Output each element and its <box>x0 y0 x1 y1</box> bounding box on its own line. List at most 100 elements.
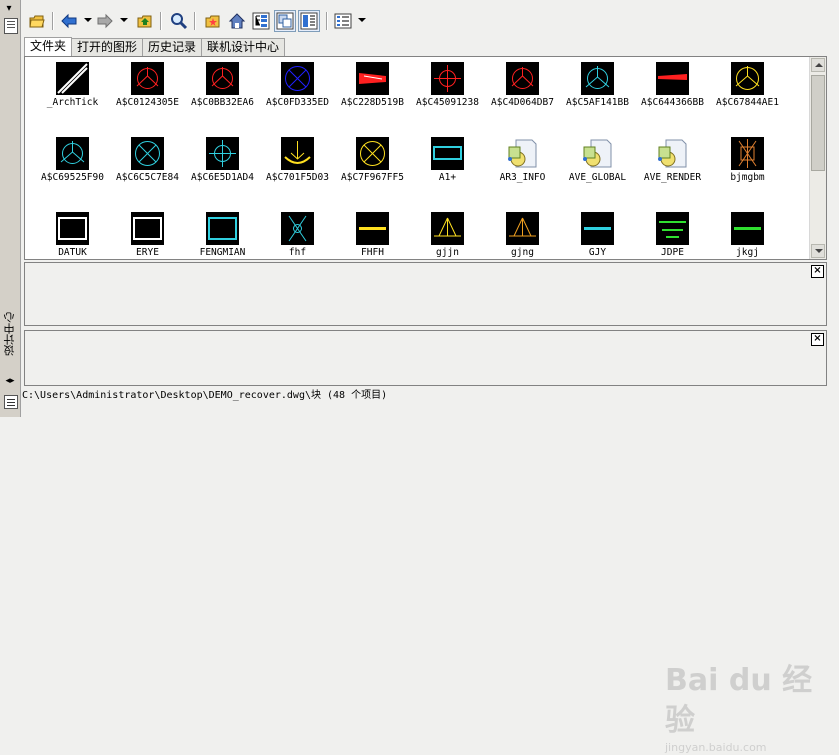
red-circle-icon <box>506 62 539 95</box>
block-item[interactable]: A$C701F5D03 <box>260 134 335 194</box>
block-item[interactable]: AR3_INFO <box>485 134 560 194</box>
preview-close-button[interactable]: × <box>811 265 824 278</box>
views-dropdown-icon[interactable] <box>358 18 366 22</box>
block-item[interactable]: A$C5AF141BB <box>560 59 635 119</box>
block-item[interactable]: FHFH <box>335 209 410 259</box>
block-item[interactable]: bjmgbm <box>710 134 785 194</box>
vertical-scrollbar[interactable] <box>809 57 826 259</box>
block-item[interactable]: A$C6C5C7E84 <box>110 134 185 194</box>
watermark: Bai du 经验 jingyan.baidu.com <box>665 661 835 754</box>
favorites-button[interactable] <box>202 10 224 32</box>
block-item[interactable]: fhf <box>260 209 335 259</box>
green-line-icon <box>731 212 764 245</box>
forward-icon <box>97 13 113 29</box>
forward-dropdown-icon[interactable] <box>120 18 128 22</box>
block-item[interactable]: jkgj <box>710 209 785 259</box>
views-button[interactable] <box>332 10 354 32</box>
back-icon <box>61 13 77 29</box>
views-icon <box>334 13 352 29</box>
white-frame-icon <box>56 212 89 245</box>
auto-hide-icon[interactable]: ▾ <box>3 4 15 14</box>
block-item[interactable]: A$C6E5D1AD4 <box>185 134 260 194</box>
red-wedge-icon <box>356 62 389 95</box>
tab-history[interactable]: 历史记录 <box>142 38 203 56</box>
block-item[interactable]: _ArchTick <box>35 59 110 119</box>
block-item[interactable]: gjng <box>485 209 560 259</box>
red-circle-icon <box>131 62 164 95</box>
cyan-circle-icon <box>56 137 89 170</box>
archtick-icon <box>56 62 89 95</box>
yellow-triangle-icon <box>431 212 464 245</box>
block-item[interactable]: A$C7F967FF5 <box>335 134 410 194</box>
white-frame-icon <box>131 212 164 245</box>
search-icon <box>171 13 188 30</box>
up-button[interactable] <box>134 10 156 32</box>
block-item[interactable]: JDPE <box>635 209 710 259</box>
orange-arrows-icon <box>731 137 764 170</box>
cyan-rect-icon <box>431 137 464 170</box>
back-button[interactable] <box>58 10 80 32</box>
block-item[interactable]: A$C67844AE1 <box>710 59 785 119</box>
scroll-up-button[interactable] <box>811 58 825 72</box>
blue-x-circle-icon <box>281 62 314 95</box>
scroll-thumb[interactable] <box>811 75 825 171</box>
load-button[interactable] <box>26 10 48 32</box>
preview-button[interactable] <box>274 10 296 32</box>
status-path: C:\Users\Administrator\Desktop\DEMO_reco… <box>22 390 388 401</box>
block-item[interactable]: A$C4D064DB7 <box>485 59 560 119</box>
block-item[interactable]: A$C45091238 <box>410 59 485 119</box>
block-item-label: jkgj <box>736 247 759 258</box>
tree-toggle-button[interactable] <box>250 10 272 32</box>
cyan-line-icon <box>581 212 614 245</box>
block-item-label: bjmgbm <box>730 172 765 183</box>
block-grid: _ArchTick A$C0124305E A$C0BB32EA6 A$C0FD335… <box>25 57 810 259</box>
preview-pane: × <box>24 262 827 326</box>
block-item[interactable]: AVE_RENDER <box>635 134 710 194</box>
tab-folders[interactable]: 文件夹 <box>24 37 73 57</box>
tab-open-drawings[interactable]: 打开的图形 <box>71 38 144 56</box>
cyan-frame-icon <box>206 212 239 245</box>
scroll-down-button[interactable] <box>811 244 825 258</box>
cyan-arrows-icon <box>281 212 314 245</box>
forward-button[interactable] <box>94 10 116 32</box>
home-icon <box>228 13 246 29</box>
red-bar-icon <box>656 62 689 95</box>
home-button[interactable] <box>226 10 248 32</box>
block-item[interactable]: A$C0FD335ED <box>260 59 335 119</box>
yellow-line-icon <box>356 212 389 245</box>
palette-menu-icon[interactable] <box>4 395 18 409</box>
block-item[interactable]: A$C0124305E <box>110 59 185 119</box>
block-item[interactable]: gjjn <box>410 209 485 259</box>
tab-dc-online[interactable]: 联机设计中心 <box>201 38 286 56</box>
toolbar <box>22 8 422 34</box>
dwg-file-icon <box>656 137 689 170</box>
palette-titlebar[interactable]: ▾ 设计中心 ◂▸ <box>0 0 21 417</box>
content-area: _ArchTick A$C0124305E A$C0BB32EA6 A$C0FD335… <box>24 56 827 260</box>
properties-icon[interactable] <box>4 18 18 34</box>
description-button[interactable] <box>298 10 320 32</box>
red-cross-icon <box>431 62 464 95</box>
back-dropdown-icon[interactable] <box>84 18 92 22</box>
dock-arrows-icon[interactable]: ◂▸ <box>3 376 17 386</box>
description-close-button[interactable]: × <box>811 333 824 346</box>
tab-strip: 文件夹 打开的图形 历史记录 联机设计中心 <box>24 37 286 57</box>
block-item[interactable]: A$C0BB32EA6 <box>185 59 260 119</box>
yellow-arc-icon <box>281 137 314 170</box>
dwg-file-icon <box>581 137 614 170</box>
block-item[interactable]: A$C228D519B <box>335 59 410 119</box>
block-item[interactable]: A1+ <box>410 134 485 194</box>
block-item[interactable]: A$C69525F90 <box>35 134 110 194</box>
block-item[interactable]: A$C644366BB <box>635 59 710 119</box>
description-icon <box>300 12 318 30</box>
search-button[interactable] <box>168 10 190 32</box>
block-item[interactable]: ERYE <box>110 209 185 259</box>
watermark-url: jingyan.baidu.com <box>665 741 767 754</box>
load-icon <box>29 15 45 28</box>
description-pane: × Bai du 经验 jingyan.baidu.com <box>24 330 827 754</box>
block-item[interactable]: DATUK <box>35 209 110 259</box>
block-item[interactable]: GJY <box>560 209 635 259</box>
green-lines-icon <box>656 212 689 245</box>
block-item[interactable]: FENGMIAN <box>185 209 260 259</box>
watermark-brand: Bai du 经验 <box>665 663 813 738</box>
block-item[interactable]: AVE_GLOBAL <box>560 134 635 194</box>
